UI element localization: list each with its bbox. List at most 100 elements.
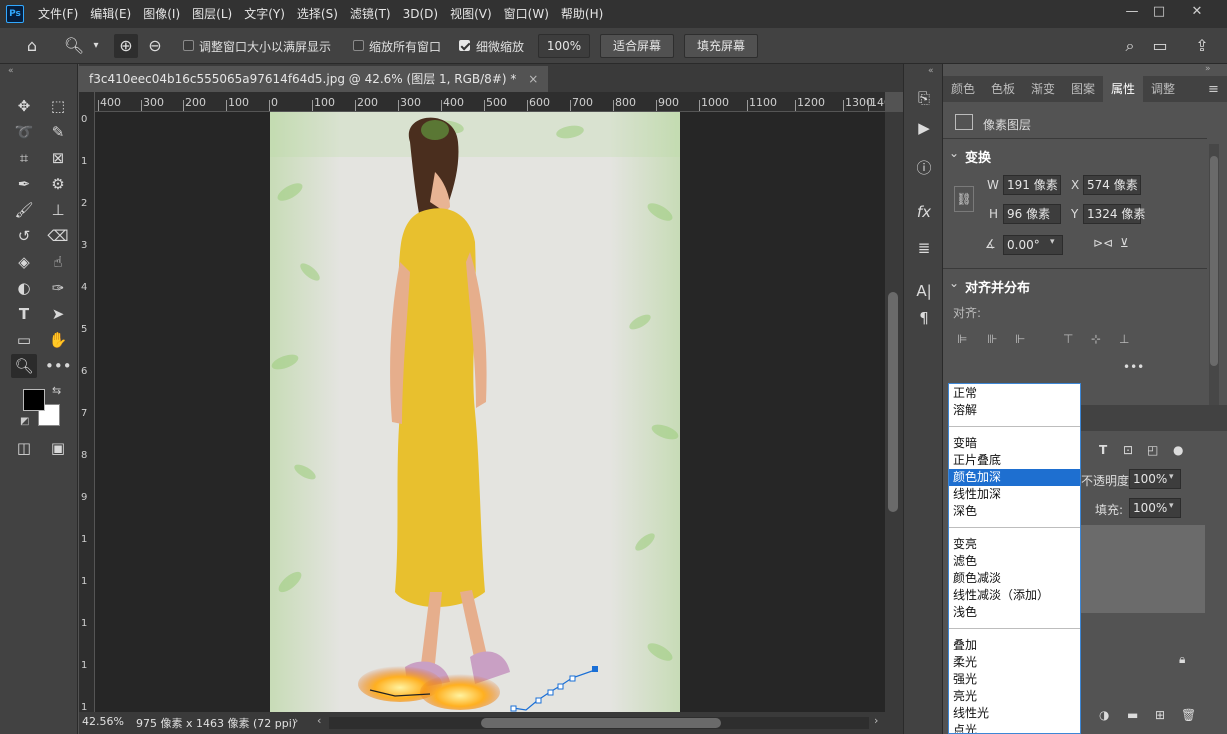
default-colors-icon[interactable]: ◩	[20, 416, 29, 427]
dodge-tool-icon[interactable]: ◐	[11, 276, 37, 300]
smudge-tool-icon[interactable]: ☝	[45, 250, 71, 274]
blend-mode-option[interactable]: 线性减淡（添加）	[949, 587, 1080, 604]
fill-dropdown-icon[interactable]: ▾	[1169, 501, 1174, 511]
adjustment-layer-icon[interactable]: ◑	[1099, 708, 1109, 722]
paragraph-panel-icon[interactable]: ¶	[912, 306, 936, 330]
zoom-out-icon[interactable]: ⊖	[143, 34, 167, 58]
menu-item[interactable]: 图层(L)	[186, 0, 238, 28]
more-options-icon[interactable]: •••	[1123, 360, 1144, 374]
blend-mode-option[interactable]: 颜色减淡	[949, 570, 1080, 587]
panel-tab[interactable]: 属性	[1103, 76, 1143, 102]
lock-smart-object-icon[interactable]: ◰	[1147, 443, 1158, 457]
properties-scroll-thumb[interactable]	[1210, 156, 1218, 366]
lock-toggle-icon[interactable]: ●	[1173, 443, 1183, 457]
align-top-icon[interactable]: ⊤	[1063, 332, 1073, 346]
blend-mode-option[interactable]: 亮光	[949, 688, 1080, 705]
collapse-panels-icon[interactable]: »	[1205, 64, 1211, 74]
clone-source-icon[interactable]: ≣	[912, 236, 936, 260]
blend-mode-option[interactable]: 浅色	[949, 604, 1080, 621]
screen-mode-icon[interactable]: ▣	[45, 436, 71, 460]
lock-artboard-icon[interactable]: ⊡	[1123, 443, 1133, 457]
transform-section-title[interactable]: 变换	[965, 147, 991, 166]
marquee-tool-icon[interactable]: ⬚	[45, 94, 71, 118]
search-icon[interactable]: ⌕	[1118, 34, 1142, 58]
blend-mode-option[interactable]: 颜色加深	[949, 469, 1080, 486]
align-left-icon[interactable]: ⊫	[957, 332, 967, 346]
collapse-strip-icon[interactable]: «	[928, 66, 934, 76]
angle-dropdown-icon[interactable]: ▾	[1050, 237, 1055, 247]
status-chevron-icon[interactable]: ›	[294, 714, 298, 727]
blend-mode-option[interactable]: 变亮	[949, 536, 1080, 553]
flip-vertical-icon[interactable]: ⊻	[1120, 236, 1129, 250]
swap-colors-icon[interactable]: ⇆	[52, 384, 61, 397]
new-group-icon[interactable]: ▬	[1127, 708, 1138, 722]
hand-tool-icon[interactable]: ✋	[45, 328, 71, 352]
frame-tool-icon[interactable]: ⊠	[45, 146, 71, 170]
blend-mode-option[interactable]: 线性加深	[949, 486, 1080, 503]
align-right-icon[interactable]: ⊩	[1015, 332, 1025, 346]
pen-tool-icon[interactable]: ✑	[45, 276, 71, 300]
panel-tab[interactable]: 色板	[983, 76, 1023, 102]
close-button[interactable]: ✕	[1180, 0, 1214, 24]
collapse-icon[interactable]: «	[8, 66, 14, 76]
home-icon[interactable]: ⌂	[20, 34, 44, 58]
align-section-title[interactable]: 对齐并分布	[965, 277, 1030, 296]
zoom-tool-preset-icon[interactable]: 🔍︎	[62, 34, 86, 58]
blend-mode-option[interactable]: 点光	[949, 722, 1080, 733]
vertical-scroll-thumb[interactable]	[888, 292, 898, 512]
delete-layer-icon[interactable]: 🗑︎	[1181, 708, 1196, 722]
blend-mode-option[interactable]: 溶解	[949, 402, 1080, 419]
blend-mode-option[interactable]: 深色	[949, 503, 1080, 520]
blend-mode-option[interactable]: 柔光	[949, 654, 1080, 671]
y-field[interactable]: 1324 像素	[1083, 204, 1145, 224]
menu-item[interactable]: 文字(Y)	[238, 0, 291, 28]
share-icon[interactable]: ⇪	[1190, 34, 1214, 58]
info-panel-icon[interactable]: ⓘ	[912, 156, 936, 180]
zoom-all-checkbox[interactable]	[353, 40, 364, 51]
scrubby-zoom-checkbox[interactable]	[459, 40, 470, 51]
width-field[interactable]: 191 像素	[1003, 175, 1061, 195]
menu-item[interactable]: 滤镜(T)	[344, 0, 397, 28]
align-chevron-icon[interactable]: ⌄	[949, 276, 959, 290]
fill-screen-button[interactable]: 填充屏幕	[684, 34, 758, 58]
fit-screen-button[interactable]: 适合屏幕	[600, 34, 674, 58]
lasso-tool-icon[interactable]: ➰	[11, 120, 37, 144]
zoom-tool-icon[interactable]: 🔍︎	[11, 354, 37, 378]
menu-item[interactable]: 窗口(W)	[498, 0, 555, 28]
quick-select-tool-icon[interactable]: ✎	[45, 120, 71, 144]
character-panel-icon[interactable]: A|	[912, 279, 936, 303]
menu-item[interactable]: 帮助(H)	[555, 0, 609, 28]
panel-tab[interactable]: 调整	[1143, 76, 1183, 102]
height-field[interactable]: 96 像素	[1003, 204, 1061, 224]
blend-mode-dropdown[interactable]: 正常 溶解 变暗 正片叠底 颜色加深 线性加深 深色 变亮 滤色 颜色减淡 线性减淡（添加） 浅色 叠加…	[948, 383, 1081, 734]
align-center-h-icon[interactable]: ⊪	[987, 332, 997, 346]
menu-item[interactable]: 选择(S)	[291, 0, 344, 28]
panel-tab[interactable]: 颜色	[943, 76, 983, 102]
document-tab[interactable]: f3c410eec04b16c555065a97614f64d5.jpg @ 4…	[79, 66, 549, 92]
styles-panel-icon[interactable]: fx	[912, 200, 936, 224]
scroll-left-icon[interactable]: ‹	[317, 714, 321, 727]
panel-tab[interactable]: 图案	[1063, 76, 1103, 102]
rectangle-tool-icon[interactable]: ▭	[11, 328, 37, 352]
paint-bucket-icon[interactable]: ◈	[11, 250, 37, 274]
document-image[interactable]	[270, 112, 680, 712]
menu-item[interactable]: 图像(I)	[137, 0, 186, 28]
new-layer-icon[interactable]: ⊞	[1155, 708, 1165, 722]
chevron-down-icon[interactable]: ▾	[84, 34, 108, 58]
quick-mask-icon[interactable]: ◫	[11, 436, 37, 460]
panel-tab[interactable]: 渐变	[1023, 76, 1063, 102]
x-field[interactable]: 574 像素	[1083, 175, 1141, 195]
move-tool-icon[interactable]: ✥	[11, 94, 37, 118]
menu-item[interactable]: 文件(F)	[32, 0, 84, 28]
properties-scrollbar[interactable]	[1209, 144, 1219, 434]
type-tool-icon[interactable]: T	[11, 302, 37, 326]
layer-row-selected[interactable]	[1081, 525, 1205, 613]
foreground-color-swatch[interactable]	[23, 389, 45, 411]
tab-close-icon[interactable]: ×	[528, 72, 538, 86]
menu-item[interactable]: 编辑(E)	[84, 0, 137, 28]
stamp-tool-icon[interactable]: ⊥	[45, 198, 71, 222]
transform-chevron-icon[interactable]: ⌄	[949, 146, 959, 160]
align-middle-v-icon[interactable]: ⊹	[1091, 332, 1101, 346]
blend-mode-option[interactable]: 变暗	[949, 435, 1080, 452]
lock-text-icon[interactable]: T	[1099, 443, 1107, 457]
